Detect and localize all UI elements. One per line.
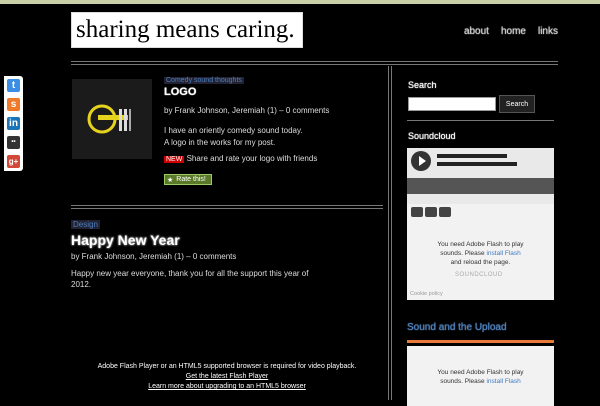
cookie-policy-link[interactable]: Cookie policy [410,291,443,297]
post-body: I have an oriently comedy sound today. [164,126,303,135]
post-title[interactable]: Happy New Year [71,232,180,248]
soundcloud-flash-notice: You need Adobe Flash to play sounds. Ple… [407,368,554,386]
track-title-bar [437,154,507,158]
twitter-icon: t [7,79,20,92]
logo-thumbnail-icon [72,79,152,159]
delicious-icon: •• [7,136,20,149]
nav-about[interactable]: about [464,26,489,37]
waveform[interactable] [407,178,554,194]
top-nav: about home links [464,26,558,37]
linkedin-icon: in [7,117,20,130]
flash-text: and reload the page. [450,259,511,266]
post-thumbnail[interactable] [72,79,152,159]
post-logo: Comedy sound thoughts LOGO by Frank John… [71,76,383,196]
search-input[interactable] [408,97,496,111]
flash-text: You need Adobe Flash to play [437,369,524,376]
post-divider [71,205,383,206]
flash-text-part: sounds. Please [440,250,485,257]
soundcloud-share-icon[interactable]: s [4,95,23,114]
install-flash-link[interactable]: install Flash [486,378,520,385]
site-header: sharing means caring. about home links [71,12,558,50]
soundcloud-heading: Soundcloud [408,131,456,141]
sc-thumb-icon[interactable] [425,207,437,217]
post-meta: by Frank Johnson, Jeremiah (1) – 0 comme… [71,252,237,261]
orange-rule [407,340,554,343]
get-flash-link[interactable]: Get the latest Flash Player [71,372,383,382]
column-divider [391,66,392,400]
header-rule [71,61,558,62]
install-flash-link[interactable]: install Flash [486,250,520,257]
video-flash-notice: Adobe Flash Player or an HTML5 supported… [71,362,383,392]
play-icon[interactable] [411,151,431,171]
new-badge: NEW [164,156,185,163]
nav-home[interactable]: home [501,26,526,37]
post-divider [71,208,383,209]
post-body: 2012. [71,280,92,289]
site-logo[interactable]: sharing means caring. [71,12,303,48]
post-title[interactable]: LOGO [164,86,196,98]
post-meta: by Frank Johnson, Jeremiah (1) – 0 comme… [164,106,330,115]
delicious-share-icon[interactable]: •• [4,133,23,152]
track-artist-bar [437,162,517,166]
search-button[interactable]: Search [499,95,535,113]
search-heading: Search [408,80,437,90]
rate-star-icon: ★ [167,176,174,184]
flash-text: sounds. Please install Flash [407,377,554,386]
flash-text: sounds. Please install Flash [407,249,554,258]
flash-text: You need Adobe Flash to play [437,241,524,248]
column-divider [388,66,389,400]
sc-thumb-icon[interactable] [439,207,451,217]
site-title: sharing means caring. [76,16,295,43]
post-body-text: Share and rate your logo with friends [186,154,318,163]
post-body-line: NEW Share and rate your logo with friend… [164,154,317,163]
flash-notice-text: Adobe Flash Player or an HTML5 supported… [97,363,357,370]
sc-thumb-icon[interactable] [411,207,423,217]
sc-thumbs [411,207,451,217]
flash-text-part: sounds. Please [440,378,485,385]
twitter-share-icon[interactable]: t [4,76,23,95]
google-plus-share-icon[interactable]: g+ [4,152,23,171]
post-happy-new-year: Design Happy New Year by Frank Johnson, … [71,220,383,300]
soundcloud-icon: s [7,98,20,111]
share-bar: t s in •• g+ [4,76,23,171]
soundcloud-widget: You need Adobe Flash to play sounds. Ple… [407,148,554,300]
linkedin-share-icon[interactable]: in [4,114,23,133]
sidebar-rule [407,120,554,121]
post-body: A logo in the works for my post. [164,138,276,147]
post-tag[interactable]: Design [71,220,100,229]
soundcloud-logo: SOUNDCLOUD [455,272,503,278]
soundcloud-player [407,148,554,204]
soundcloud-widget-2: You need Adobe Flash to play sounds. Ple… [407,346,554,406]
nav-links[interactable]: links [538,26,558,37]
google-plus-icon: g+ [7,155,20,168]
soundcloud-flash-notice: You need Adobe Flash to play sounds. Ple… [407,240,554,267]
header-rule [71,64,558,65]
top-band [0,0,600,4]
sidebar-heading-2: Sound and the Upload [407,322,507,333]
rate-label: Rate this! [176,176,206,183]
post-category-link[interactable]: Comedy sound thoughts [164,77,244,84]
html5-upgrade-link[interactable]: Learn more about upgrading to an HTML5 b… [71,382,383,392]
rate-this-button[interactable]: ★ Rate this! [164,174,212,185]
post-body: Happy new year everyone, thank you for a… [71,269,309,278]
